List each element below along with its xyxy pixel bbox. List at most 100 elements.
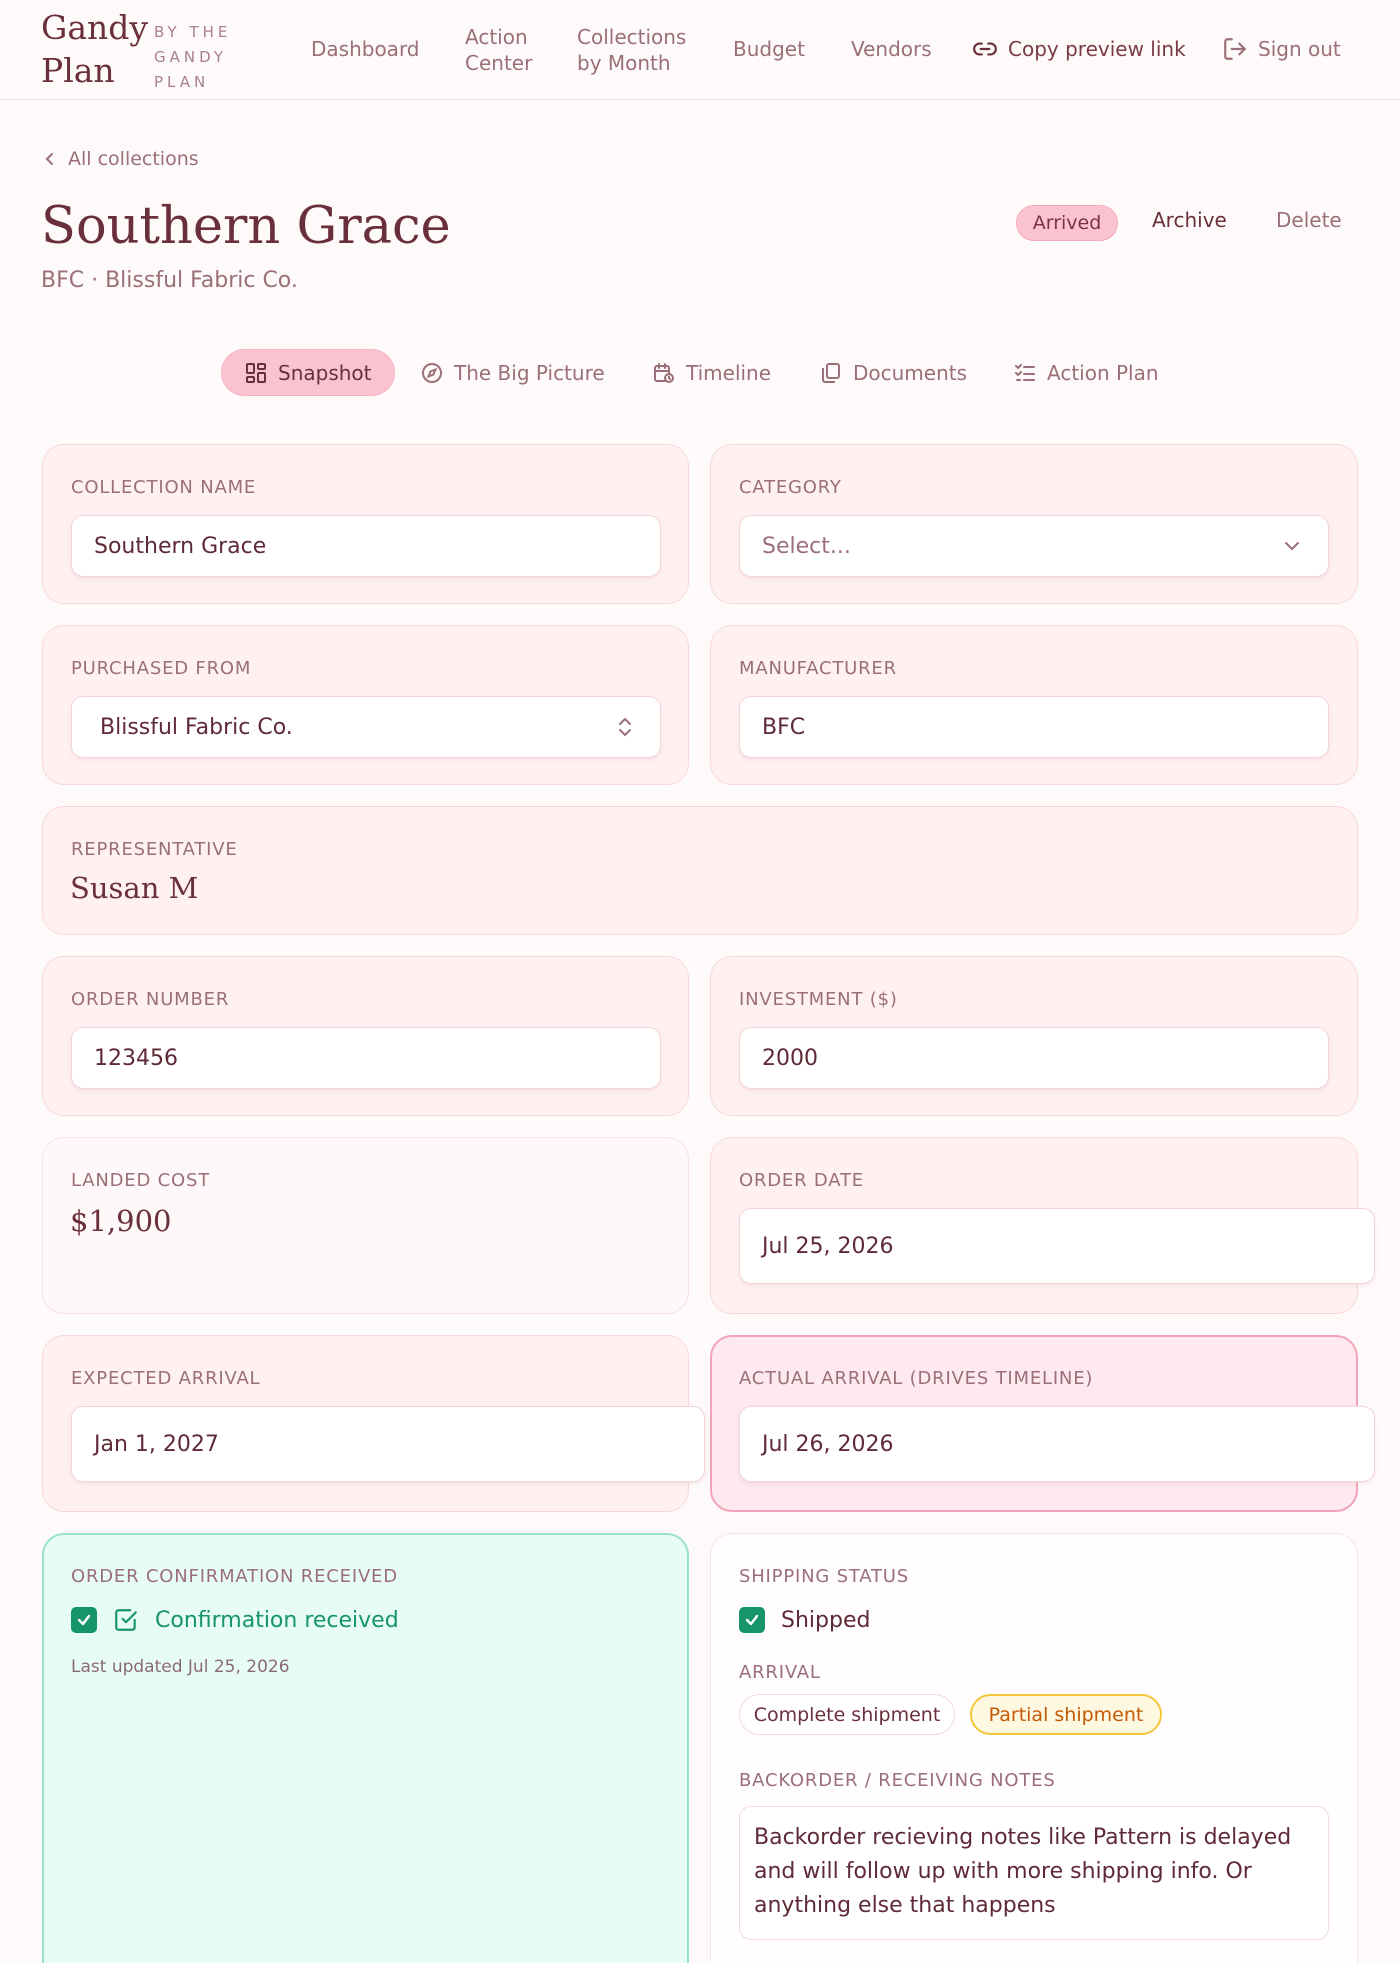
- notes-line-3: anything else that happens: [754, 1893, 1056, 1918]
- collection-name-input[interactable]: Southern Grace: [71, 515, 661, 577]
- order-confirmation-card: ORDER CONFIRMATION RECEIVED Confirmation…: [42, 1533, 689, 1963]
- logo-by-line-1: BY THE: [154, 23, 232, 41]
- tab-timeline-label: Timeline: [686, 360, 772, 385]
- actual-arrival-label: ACTUAL ARRIVAL (DRIVES TIMELINE): [739, 1368, 1094, 1389]
- chevron-down-icon: [1285, 542, 1299, 551]
- notes-line-2: and will follow up with more shipping in…: [754, 1859, 1252, 1884]
- logo-wordmark[interactable]: Gandy Plan: [41, 6, 148, 93]
- partial-shipment-chip[interactable]: Partial shipment: [970, 1694, 1162, 1735]
- back-to-collections-link[interactable]: All collections: [44, 148, 199, 170]
- nav-action-center-line-2: Center: [465, 51, 533, 75]
- collection-name-label: COLLECTION NAME: [71, 477, 257, 498]
- chevron-up-down-icon: [619, 717, 631, 737]
- order-number-label: ORDER NUMBER: [71, 989, 230, 1010]
- nav-action-center[interactable]: Action Center: [465, 24, 532, 76]
- order-number-input[interactable]: 123456: [71, 1027, 661, 1089]
- sign-out-button[interactable]: Sign out: [1222, 36, 1341, 62]
- order-confirmation-label: ORDER CONFIRMATION RECEIVED: [71, 1566, 398, 1587]
- sign-out-label: Sign out: [1258, 37, 1341, 61]
- representative-label: REPRESENTATIVE: [71, 839, 238, 860]
- page-subtitle: BFC · Blissful Fabric Co.: [41, 268, 298, 293]
- order-date-input[interactable]: Jul 25, 2026: [739, 1208, 1375, 1284]
- category-placeholder: Select...: [762, 533, 851, 559]
- manufacturer-card: MANUFACTURER BFC: [710, 625, 1358, 785]
- complete-shipment-chip[interactable]: Complete shipment: [739, 1694, 955, 1735]
- actual-arrival-value: Jul 26, 2026: [762, 1431, 894, 1457]
- category-select[interactable]: Select...: [739, 515, 1329, 577]
- manufacturer-value: BFC: [762, 714, 806, 740]
- tab-action-plan-label: Action Plan: [1047, 360, 1159, 385]
- tab-documents[interactable]: Documents: [797, 349, 989, 396]
- landed-cost-value: $1,900: [70, 1204, 172, 1238]
- logo-by-line-2: GANDY: [154, 48, 227, 66]
- representative-card: REPRESENTATIVE Susan M: [42, 806, 1358, 935]
- back-link-label: All collections: [68, 148, 199, 170]
- copy-preview-link-label: Copy preview link: [1008, 37, 1186, 61]
- shipped-checkbox[interactable]: [739, 1607, 765, 1633]
- order-number-card: ORDER NUMBER 123456: [42, 956, 689, 1116]
- nav-collections-line-1: Collections: [577, 25, 687, 49]
- archive-button[interactable]: Archive: [1152, 208, 1227, 232]
- nav-vendors[interactable]: Vendors: [851, 36, 932, 62]
- tab-snapshot[interactable]: Snapshot: [221, 349, 395, 396]
- logo-line-2: Plan: [41, 51, 115, 90]
- purchased-from-value: Blissful Fabric Co.: [100, 714, 293, 740]
- shipping-status-card: SHIPPING STATUS Shipped ARRIVAL Complete…: [710, 1533, 1358, 1963]
- copy-preview-link-button[interactable]: Copy preview link: [972, 36, 1186, 62]
- purchased-from-label: PURCHASED FROM: [71, 658, 252, 679]
- status-badge[interactable]: Arrived: [1016, 205, 1118, 241]
- investment-input[interactable]: 2000: [739, 1027, 1329, 1089]
- actual-arrival-card: ACTUAL ARRIVAL (DRIVES TIMELINE) Jul 26,…: [710, 1335, 1375, 1512]
- nav-dashboard[interactable]: Dashboard: [311, 36, 420, 62]
- tab-big-picture[interactable]: The Big Picture: [398, 349, 627, 396]
- confirmation-checkbox[interactable]: [71, 1607, 97, 1633]
- logo-by-line-3: PLAN: [154, 73, 210, 91]
- check-icon: [77, 1614, 91, 1626]
- investment-label: INVESTMENT ($): [739, 989, 898, 1010]
- expected-arrival-value: Jan 1, 2027: [94, 1431, 219, 1457]
- square-check-icon: [115, 1609, 137, 1631]
- expected-arrival-card: EXPECTED ARRIVAL Jan 1, 2027: [42, 1335, 705, 1512]
- nav-action-center-line-1: Action: [465, 25, 528, 49]
- landed-cost-label: LANDED COST: [71, 1170, 210, 1191]
- link-icon: [973, 42, 997, 56]
- expected-arrival-input[interactable]: Jan 1, 2027: [71, 1406, 705, 1482]
- tab-documents-label: Documents: [853, 360, 968, 385]
- category-card: CATEGORY Select...: [710, 444, 1358, 604]
- purchased-from-card: PURCHASED FROM Blissful Fabric Co.: [42, 625, 689, 785]
- manufacturer-input[interactable]: BFC: [739, 696, 1329, 758]
- delete-button[interactable]: Delete: [1276, 208, 1342, 232]
- confirmation-last-updated: Last updated Jul 25, 2026: [71, 1657, 290, 1677]
- checklist-icon: [1015, 363, 1035, 381]
- tab-action-plan[interactable]: Action Plan: [991, 349, 1181, 396]
- nav-budget[interactable]: Budget: [733, 36, 805, 62]
- investment-card: INVESTMENT ($) 2000: [710, 956, 1358, 1116]
- backorder-notes-label: BACKORDER / RECEIVING NOTES: [739, 1770, 1056, 1791]
- order-date-card: ORDER DATE Jul 25, 2026: [710, 1137, 1375, 1314]
- chevron-left-icon: [45, 153, 53, 165]
- arrival-label: ARRIVAL: [739, 1662, 821, 1683]
- order-date-label: ORDER DATE: [739, 1170, 864, 1191]
- expected-arrival-label: EXPECTED ARRIVAL: [71, 1368, 261, 1389]
- top-header: Gandy Plan BY THE GANDY PLAN Dashboard A…: [0, 0, 1400, 100]
- purchased-from-select[interactable]: Blissful Fabric Co.: [71, 696, 661, 758]
- tab-snapshot-label: Snapshot: [278, 360, 372, 385]
- representative-value: Susan M: [70, 871, 199, 905]
- shipping-status-label: SHIPPING STATUS: [739, 1566, 909, 1587]
- nav-collections-by-month[interactable]: Collections by Month: [577, 24, 686, 76]
- tab-timeline[interactable]: Timeline: [630, 349, 793, 396]
- confirmation-checkbox-row: Confirmation received: [71, 1607, 399, 1633]
- actual-arrival-input[interactable]: Jul 26, 2026: [739, 1406, 1375, 1482]
- logo-byline: BY THE GANDY PLAN: [154, 20, 231, 95]
- compass-icon: [422, 362, 442, 383]
- documents-icon: [822, 362, 840, 383]
- collection-name-card: COLLECTION NAME Southern Grace: [42, 444, 689, 604]
- shipped-label: Shipped: [781, 1607, 871, 1633]
- calendar-clock-icon: [654, 362, 674, 383]
- shipped-checkbox-row: Shipped: [739, 1607, 870, 1633]
- order-date-value: Jul 25, 2026: [762, 1233, 894, 1259]
- nav-collections-line-2: by Month: [577, 51, 671, 75]
- collection-name-value: Southern Grace: [94, 533, 267, 559]
- manufacturer-label: MANUFACTURER: [739, 658, 897, 679]
- backorder-notes-textarea[interactable]: Backorder recieving notes like Pattern i…: [739, 1806, 1329, 1940]
